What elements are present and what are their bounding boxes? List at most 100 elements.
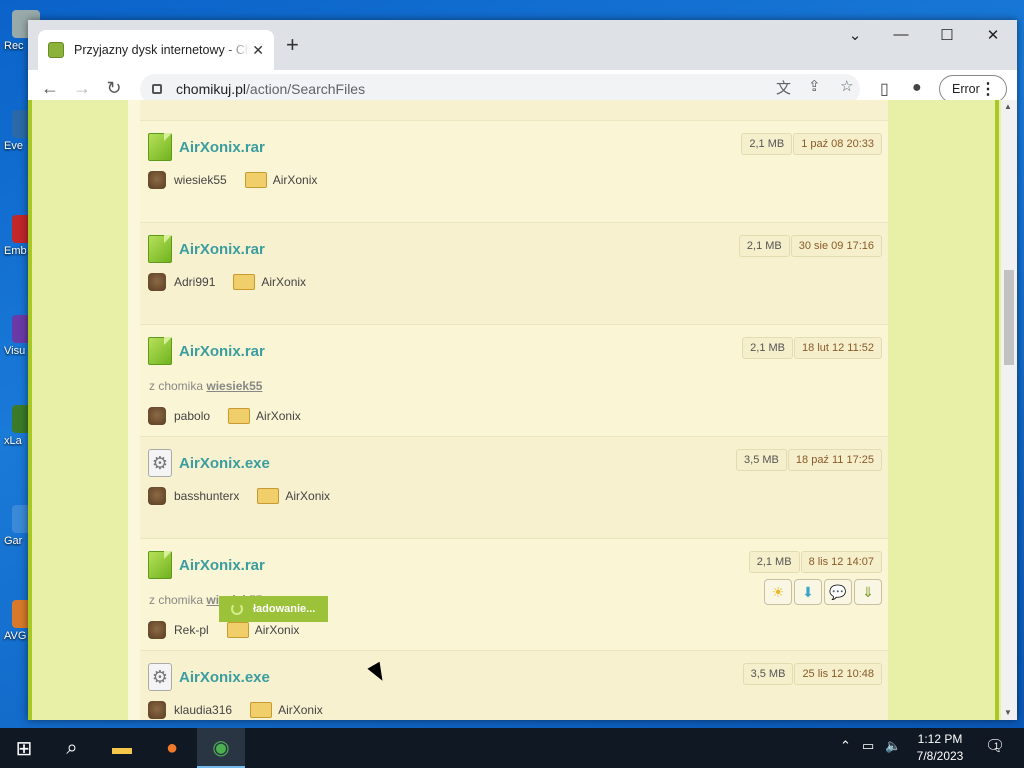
url-text: chomikuj.pl/action/SearchFiles	[176, 81, 365, 97]
vertical-scrollbar[interactable]: ▲ ▼	[1001, 100, 1017, 720]
user-avatar-icon[interactable]	[148, 407, 166, 425]
owner-link[interactable]: wiesiek55	[174, 173, 227, 187]
search-icon[interactable]: ⌕	[48, 728, 96, 768]
user-avatar-icon[interactable]	[148, 621, 166, 639]
archive-file-icon[interactable]	[148, 133, 172, 161]
folder-icon[interactable]	[226, 622, 249, 638]
scrollbar-thumb[interactable]	[1004, 270, 1014, 365]
network-icon[interactable]: ▭	[862, 738, 874, 754]
result-row: AirXonix.rar 2,1 MB 8 lis 12 14:07 z chomik…	[140, 539, 888, 651]
user-avatar-icon[interactable]	[148, 487, 166, 505]
tab-title: Przyjazny dysk internetowy - Chomikuj.pl	[74, 43, 250, 57]
browser-window: Przyjazny dysk internetowy - Chomikuj.pl…	[28, 20, 1017, 720]
folder-icon[interactable]	[233, 274, 256, 290]
clock[interactable]: 1:12 PM 7/8/2023	[905, 731, 975, 765]
start-button[interactable]: ⊞	[0, 728, 48, 768]
owner-info: basshunterx AirXonix	[148, 487, 330, 505]
profile-icon[interactable]: ●	[912, 79, 922, 97]
file-date: 1 paź 08 20:33	[793, 133, 882, 155]
results-list: AirXonix.rar 2,1 MB 1 paź 08 20:33 wiesiek5…	[140, 100, 888, 720]
from-prefix: z chomika	[149, 593, 204, 607]
file-date: 30 sie 09 17:16	[790, 235, 882, 257]
file-name-link[interactable]: AirXonix.exe	[179, 455, 270, 472]
from-user-text: z chomika wiesiek55	[149, 379, 262, 393]
file-meta: 2,1 MB 1 paź 08 20:33	[741, 133, 882, 155]
side-panel-icon[interactable]: ▯	[880, 79, 889, 99]
maximize-button[interactable]: ☐	[932, 26, 962, 44]
owner-link[interactable]: Adri991	[174, 275, 215, 289]
reload-icon[interactable]: ↻	[102, 78, 126, 99]
file-name-link[interactable]: AirXonix.rar	[179, 343, 265, 360]
notification-count: 1	[994, 741, 1000, 751]
folder-link[interactable]: AirXonix	[256, 409, 301, 423]
folder-link[interactable]: AirXonix	[273, 173, 318, 187]
spinner-icon	[231, 603, 243, 615]
file-meta: 3,5 MB 18 paź 11 17:25	[736, 449, 882, 471]
lock-icon[interactable]	[152, 84, 162, 94]
folder-icon[interactable]	[257, 488, 280, 504]
download-icon[interactable]: ⬇	[794, 579, 822, 605]
tab-search-icon[interactable]: ⌄	[840, 26, 870, 44]
owner-info: klaudia316 AirXonix	[148, 701, 323, 719]
tab-strip: Przyjazny dysk internetowy - Chomikuj.pl…	[28, 20, 1017, 70]
folder-link[interactable]: AirXonix	[278, 703, 323, 717]
translate-icon[interactable]: 文	[776, 77, 791, 98]
scroll-up-icon[interactable]: ▲	[1004, 102, 1012, 111]
folder-link[interactable]: AirXonix	[261, 275, 306, 289]
user-avatar-icon[interactable]	[148, 701, 166, 719]
back-icon[interactable]: ←	[38, 78, 62, 99]
executable-file-icon[interactable]: ⚙	[148, 663, 172, 691]
result-row: AirXonix.rar 2,1 MB 18 lut 12 11:52 z chomi…	[140, 325, 888, 437]
file-name-link[interactable]: AirXonix.rar	[179, 139, 265, 156]
menu-icon[interactable]: ⋮	[980, 79, 996, 99]
scroll-down-icon[interactable]: ▼	[1004, 708, 1012, 717]
owner-info: Rek-pl AirXonix	[148, 621, 299, 639]
browser-tab[interactable]: Przyjazny dysk internetowy - Chomikuj.pl…	[38, 30, 274, 70]
folder-icon[interactable]	[228, 408, 251, 424]
owner-link[interactable]: basshunterx	[174, 489, 239, 503]
firefox-icon[interactable]: ●	[148, 728, 196, 768]
comment-icon[interactable]: 💬	[824, 579, 852, 605]
result-row: ⚙ AirXonix.exe 3,5 MB 18 paź 11 17:25 basshu…	[140, 437, 888, 539]
owner-link[interactable]: pabolo	[174, 409, 210, 423]
folder-link[interactable]: AirXonix	[285, 489, 330, 503]
volume-icon[interactable]: 🔈	[885, 738, 901, 754]
folder-icon[interactable]	[250, 702, 273, 718]
show-hidden-icons-icon[interactable]: ⌃	[840, 738, 851, 754]
close-tab-icon[interactable]: ✕	[252, 42, 264, 59]
from-user-link[interactable]: wiesiek55	[206, 379, 262, 393]
save-to-chomik-icon[interactable]: ⇓	[854, 579, 882, 605]
file-name-link[interactable]: AirXonix.rar	[179, 241, 265, 258]
page-right-border	[995, 100, 999, 720]
file-name-link[interactable]: AirXonix.rar	[179, 557, 265, 574]
bookmark-star-icon[interactable]: ☆	[840, 77, 853, 95]
new-tab-button[interactable]: +	[286, 32, 299, 58]
profile-error-button[interactable]: Error ⋮	[939, 75, 1007, 103]
close-window-button[interactable]: ✕	[978, 26, 1008, 44]
favicon-icon	[48, 42, 64, 58]
file-name-link[interactable]: AirXonix.exe	[179, 669, 270, 686]
star-rate-icon[interactable]: ☀	[764, 579, 792, 605]
forward-icon[interactable]: →	[70, 78, 94, 99]
user-avatar-icon[interactable]	[148, 171, 166, 189]
file-explorer-icon[interactable]: ▬	[98, 728, 146, 768]
file-meta: 2,1 MB 8 lis 12 14:07	[748, 551, 882, 573]
archive-file-icon[interactable]	[148, 337, 172, 365]
archive-file-icon[interactable]	[148, 551, 172, 579]
share-icon[interactable]: ⇪	[808, 77, 821, 95]
chrome-icon[interactable]: ◉	[197, 728, 245, 768]
folder-icon[interactable]	[244, 172, 267, 188]
folder-link[interactable]: AirXonix	[255, 623, 300, 637]
notifications-icon[interactable]: 🗨 1	[985, 736, 1009, 758]
executable-file-icon[interactable]: ⚙	[148, 449, 172, 477]
url-host: chomikuj.pl	[176, 81, 247, 97]
owner-link[interactable]: klaudia316	[174, 703, 232, 717]
owner-link[interactable]: Rek-pl	[174, 623, 209, 637]
file-date: 25 lis 12 10:48	[794, 663, 882, 685]
taskbar: ⊞ ⌕ ▬ ● ◉ ⌃ ▭ 🔈 1:12 PM 7/8/2023 🗨 1	[0, 728, 1024, 768]
archive-file-icon[interactable]	[148, 235, 172, 263]
minimize-button[interactable]: —	[886, 26, 916, 43]
user-avatar-icon[interactable]	[148, 273, 166, 291]
file-meta: 2,1 MB 18 lut 12 11:52	[742, 337, 882, 359]
search-results-panel: AirXonix.rar 2,1 MB 1 paź 08 20:33 wiesiek5…	[128, 100, 888, 720]
